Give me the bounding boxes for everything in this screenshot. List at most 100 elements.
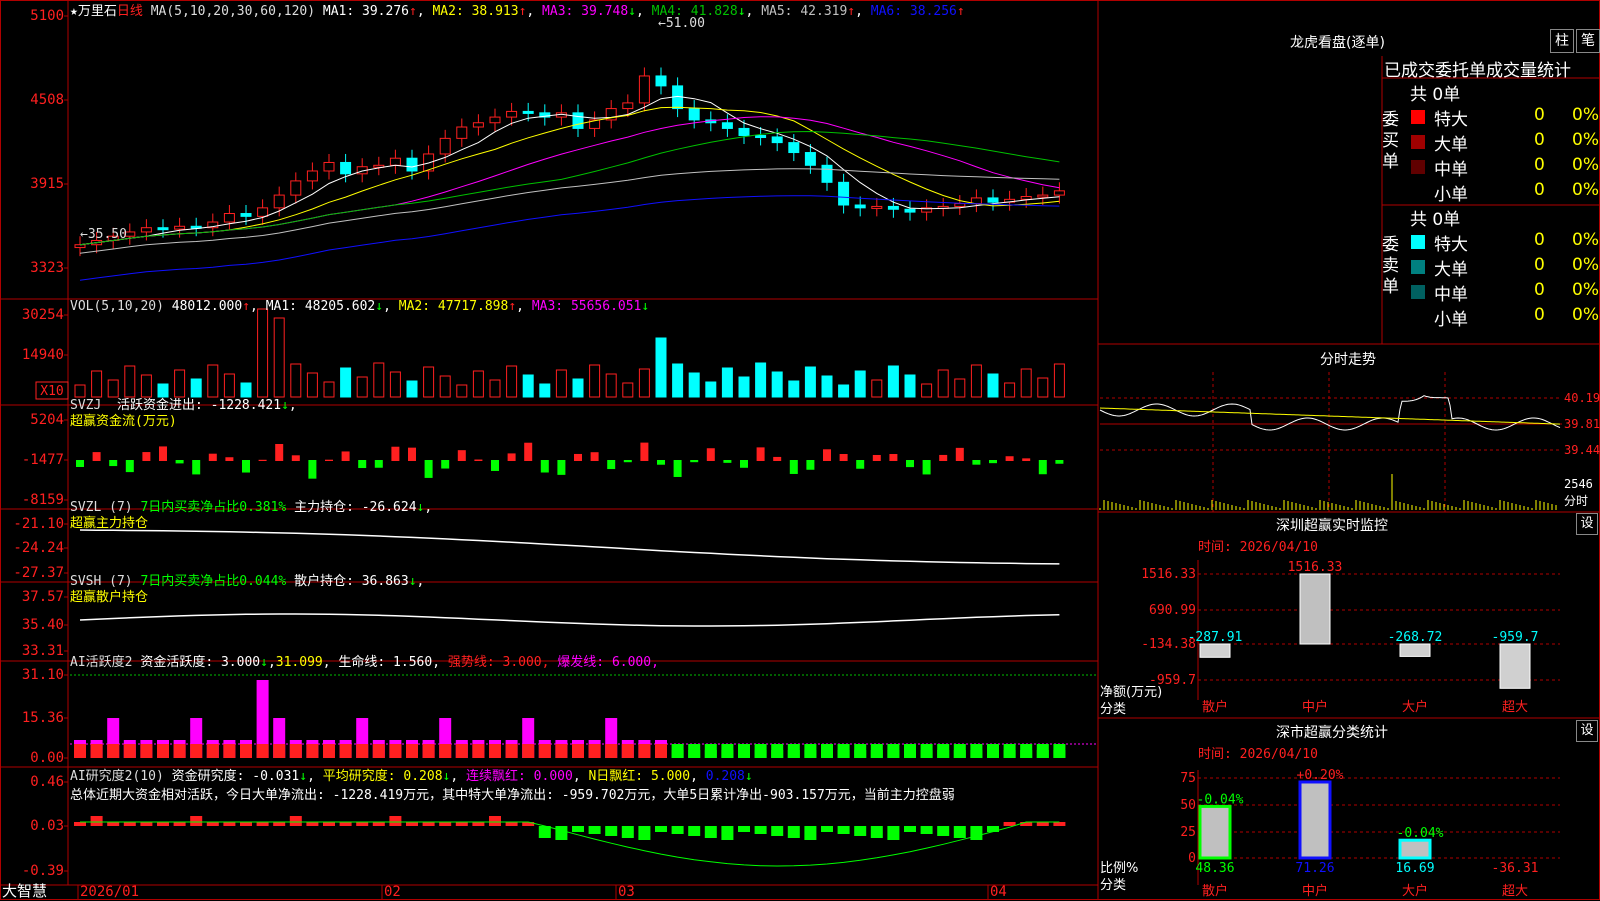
svzj-bar [109, 460, 118, 467]
ai-active-base [870, 744, 883, 758]
sell-row-val-2: 0 [1534, 255, 1545, 275]
volume-bar [821, 375, 833, 398]
ai-active-base [173, 744, 186, 758]
volume-bar [456, 384, 468, 398]
right-panel: 龙虎看盘(逐单) 柱 笔 已成交委托单成交量统计 委买单 共 0单 特大 0 0% 大… [1098, 0, 1600, 900]
buy-row-val-4: 0 [1534, 180, 1545, 200]
svzl-sub: 超赢主力持仓 [70, 516, 149, 531]
candle-body [804, 152, 816, 166]
stats-date: 时间: 2026/04/10 [1198, 747, 1318, 762]
vol-unit-label: X10 [40, 384, 63, 399]
svzj-bar [1022, 458, 1031, 461]
svzj-bar [208, 453, 217, 461]
low-label: ←35.50 [80, 227, 127, 242]
ai-active-base [937, 744, 950, 758]
volume-bar [506, 365, 518, 398]
volume-bar [987, 373, 999, 398]
ai-research-header: AI研究度2(10) 资金研究度: -0.031↓, 平均研究度: 0.208↓… [70, 769, 955, 803]
monitor-settings-button[interactable]: 设 [1576, 513, 1598, 535]
ai-active-base [688, 744, 701, 758]
buy-row-swatch-2 [1411, 135, 1425, 149]
aires-tick-3: -0.39 [22, 863, 64, 879]
vol-ma-value-3: MA3: 55656.051 [531, 299, 642, 314]
sell-side-label: 委卖单 [1382, 235, 1399, 297]
ai-research-bar [572, 826, 584, 832]
svzj-bar [922, 460, 931, 475]
ai-research-bar [721, 826, 734, 840]
volume-bar [373, 362, 385, 398]
volume-bar [738, 376, 750, 398]
svzj-bar [839, 454, 848, 461]
volume-bar [788, 380, 800, 398]
ai-active-base [306, 744, 319, 758]
candle-body [1053, 190, 1065, 196]
ai-research-bar [1053, 822, 1066, 826]
svzj-bar [939, 454, 948, 461]
svzj-bar [175, 460, 184, 464]
ai-active-base [74, 744, 86, 758]
minute-title[interactable]: 分时走势 [1320, 349, 1376, 369]
volume-bar [406, 380, 418, 398]
ai-active-base [273, 744, 286, 758]
sell-row-name-3: 中单 [1434, 285, 1468, 305]
star-icon[interactable]: ★ [70, 4, 78, 19]
svzl-tick-3: -27.37 [13, 565, 64, 581]
volume-bars [74, 308, 1065, 398]
ai-research-bar [157, 822, 169, 826]
panel-title: 龙虎看盘(逐单) [1290, 35, 1385, 51]
period-label[interactable]: 日线 [117, 4, 143, 19]
volume-bar [356, 376, 368, 398]
svsh-tick-2: 35.40 [22, 617, 64, 633]
ai-active-base [422, 744, 435, 758]
ai-research-bar [771, 826, 784, 836]
buy-side-label: 委买单 [1382, 110, 1399, 172]
chart-mode-bar-button[interactable]: 柱 [1550, 29, 1574, 53]
candle-body [489, 116, 501, 124]
svzj-bar [358, 460, 367, 469]
svzj-bar [673, 460, 682, 477]
monitor-title: 深圳超赢实时监控 [1276, 518, 1388, 534]
volume-bar [273, 317, 285, 398]
svzj-bar [441, 460, 450, 469]
volume-bar [439, 375, 451, 398]
ai-research-bar [704, 826, 717, 838]
volume-bar [539, 383, 551, 398]
aires-tick-1: 0.46 [30, 774, 64, 790]
sell-row-pct-3: 0% [1572, 280, 1599, 300]
stock-name[interactable]: 万里石 [78, 4, 117, 19]
ai-research-bar [505, 822, 518, 826]
svzj-bar [706, 448, 715, 461]
volume-bar [472, 370, 484, 398]
buy-row-pct-3: 0% [1572, 155, 1599, 175]
stats-settings-button[interactable]: 设 [1576, 720, 1598, 742]
svzj-bar [540, 460, 549, 473]
candle-body [389, 157, 401, 166]
ai-active-base [140, 744, 153, 758]
chart-mode-tick-button[interactable]: 笔 [1576, 29, 1600, 53]
ai-active-base [738, 744, 750, 758]
svzj-header: SVZJ 活跃资金进出: -1228.421↓, 超赢资金流(万元) [70, 398, 297, 429]
vol-ma-value-1: MA1: 48205.602 [265, 299, 376, 314]
svzj-bar [192, 460, 201, 475]
candle-body [506, 110, 518, 118]
volume-bar [389, 371, 401, 398]
ai-active-base [904, 744, 916, 758]
ai-summary: 总体近期大资金相对活跃，今日大单净流出: -1228.419万元，其中特大单净流… [70, 788, 955, 803]
ai-research-bar [240, 822, 252, 826]
svzj-bar [524, 442, 533, 461]
svsh-tick-1: 37.57 [22, 589, 64, 605]
ai-active-base [671, 744, 684, 758]
svzj-bar [391, 446, 400, 461]
volume-bar [755, 362, 767, 398]
vol-ma-value-2: MA2: 47717.898 [398, 299, 509, 314]
volume-bar [157, 383, 169, 398]
ai-active-base [190, 744, 203, 758]
volume-bar [290, 363, 302, 398]
svsh-line [79, 613, 1060, 627]
ai-research-bar [588, 826, 601, 834]
ai-research-bar [90, 816, 103, 826]
ai-active-base [289, 744, 302, 758]
ai-research-bar [306, 822, 319, 826]
volume-bar [306, 372, 318, 398]
volume-bar [124, 365, 136, 398]
